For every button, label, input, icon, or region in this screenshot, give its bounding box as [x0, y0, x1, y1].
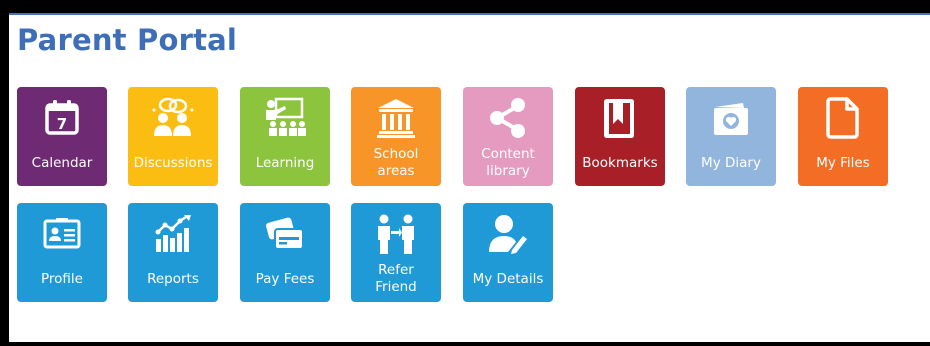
tile-my-diary[interactable]: My Diary	[686, 87, 776, 186]
tile-label: Reports	[147, 270, 199, 287]
learning-icon	[240, 96, 330, 140]
page-title: Parent Portal	[17, 23, 238, 57]
tile-label: My Diary	[701, 154, 761, 171]
refer-friend-icon	[351, 212, 441, 256]
tile-bookmarks[interactable]: Bookmarks	[575, 87, 665, 186]
file-icon	[798, 96, 888, 140]
tile-reports[interactable]: Reports	[128, 203, 218, 302]
tile-refer-friend[interactable]: Refer Friend	[351, 203, 441, 302]
tile-label: Profile	[41, 270, 83, 287]
tile-learning[interactable]: Learning	[240, 87, 330, 186]
user-edit-icon	[463, 212, 553, 256]
tile-profile[interactable]: Profile	[17, 203, 107, 302]
payment-card-icon	[240, 212, 330, 256]
tile-label: School areas	[373, 146, 419, 179]
reports-chart-icon	[128, 212, 218, 256]
tile-label: Pay Fees	[255, 270, 315, 287]
tile-label: My Details	[472, 270, 544, 287]
tile-pay-fees[interactable]: Pay Fees	[240, 203, 330, 302]
calendar-icon: 7	[17, 96, 107, 140]
portal-panel: Parent Portal 7 Calendar Discussions Lea…	[9, 13, 930, 342]
tile-label: Bookmarks	[582, 154, 658, 171]
tile-label: My Files	[816, 154, 870, 171]
tile-label: Content library	[481, 146, 535, 179]
tile-label: Calendar	[31, 154, 93, 171]
discussions-icon	[128, 96, 218, 140]
diary-icon	[686, 96, 776, 140]
school-building-icon	[351, 96, 441, 140]
tile-label: Refer Friend	[375, 262, 417, 295]
svg-text:7: 7	[57, 115, 67, 133]
tile-discussions[interactable]: Discussions	[128, 87, 218, 186]
bookmark-icon	[575, 96, 665, 140]
tile-calendar[interactable]: 7 Calendar	[17, 87, 107, 186]
share-icon	[463, 96, 553, 140]
tile-my-files[interactable]: My Files	[798, 87, 888, 186]
profile-card-icon	[17, 212, 107, 256]
tile-label: Discussions	[133, 154, 213, 171]
tile-school-areas[interactable]: School areas	[351, 87, 441, 186]
tile-label: Learning	[255, 154, 315, 171]
tile-content-library[interactable]: Content library	[463, 87, 553, 186]
tile-my-details[interactable]: My Details	[463, 203, 553, 302]
